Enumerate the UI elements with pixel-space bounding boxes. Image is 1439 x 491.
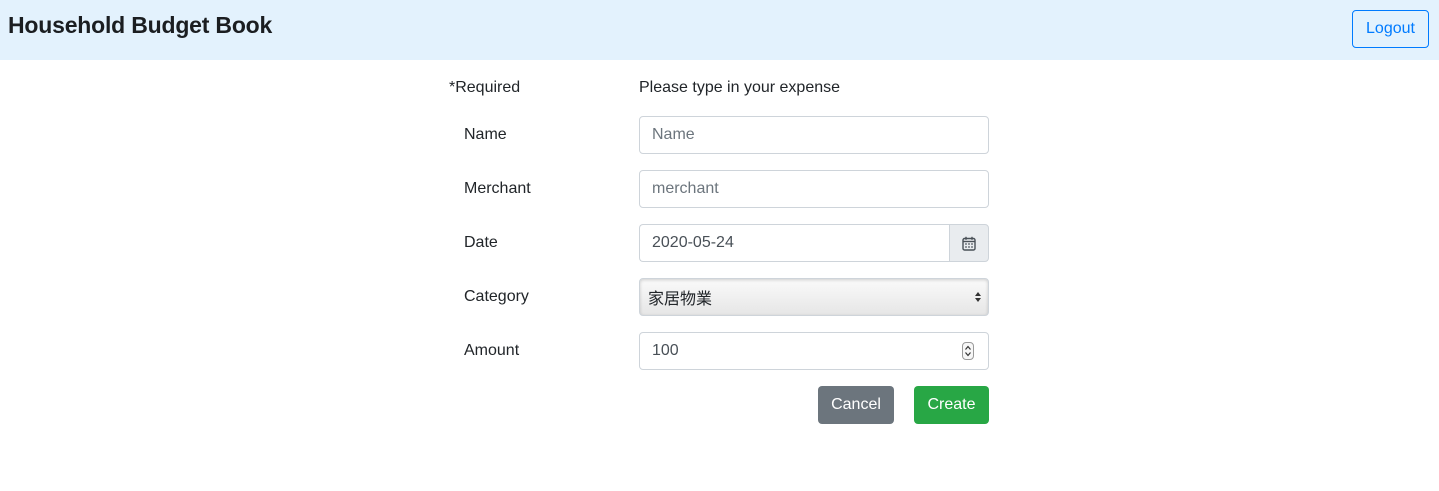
calendar-button[interactable] xyxy=(949,224,989,262)
amount-spinner[interactable] xyxy=(962,342,974,360)
category-label: Category xyxy=(464,288,529,305)
date-picker xyxy=(639,224,989,262)
create-button[interactable]: Create xyxy=(914,386,989,424)
navbar: Household Budget Book Logout xyxy=(0,0,1439,60)
form-intro: Please type in your expense xyxy=(639,79,841,96)
category-select[interactable]: 家居物業 xyxy=(639,278,989,316)
category-selected-value: 家居物業 xyxy=(648,291,713,308)
date-input[interactable] xyxy=(639,224,950,262)
amount-label: Amount xyxy=(464,342,520,359)
merchant-input[interactable] xyxy=(639,170,989,208)
spinner-arrows-icon xyxy=(965,345,971,357)
name-label: Name xyxy=(464,126,507,143)
select-arrows-icon xyxy=(975,292,981,302)
merchant-label: Merchant xyxy=(464,180,531,197)
logout-button[interactable]: Logout xyxy=(1352,10,1429,48)
date-label: Date xyxy=(464,234,498,251)
name-input[interactable] xyxy=(639,116,989,154)
required-note: *Required xyxy=(449,79,521,96)
calendar-icon xyxy=(962,236,976,251)
cancel-button[interactable]: Cancel xyxy=(818,386,894,424)
app-title: Household Budget Book xyxy=(8,12,273,38)
amount-input[interactable] xyxy=(639,332,989,370)
